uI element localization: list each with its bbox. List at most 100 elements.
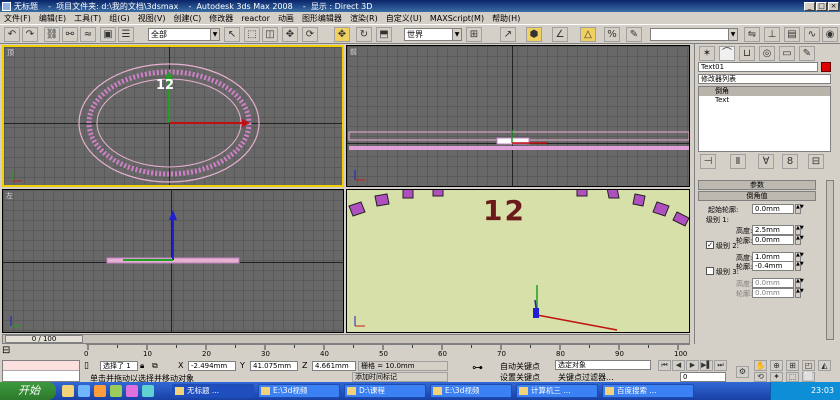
orbit-icon[interactable]: ⟲ xyxy=(754,372,767,382)
snap-toggle-icon[interactable]: ↗ xyxy=(500,27,516,42)
minimize-button[interactable]: _ xyxy=(804,1,815,11)
level1-height-field[interactable]: 2.5mm xyxy=(752,225,794,235)
menu-edit[interactable]: 编辑(E) xyxy=(39,13,66,24)
make-unique-icon[interactable]: ∀ xyxy=(758,154,774,169)
mini-curve-editor-icon[interactable]: ⊟ xyxy=(2,346,32,358)
selection-filter-dropdown[interactable]: 全部 ▼ xyxy=(148,28,220,41)
time-slider-track[interactable]: 0 / 100 xyxy=(2,334,690,344)
zoom-all-icon[interactable]: ⊞ xyxy=(786,360,799,371)
redo-icon[interactable]: ↷ xyxy=(22,27,38,42)
hierarchy-tab-icon[interactable]: ⊔ xyxy=(739,46,755,61)
select-by-name-icon[interactable]: ☰ xyxy=(118,27,134,42)
field-of-view-icon[interactable]: ◭ xyxy=(818,360,831,371)
manipulate-icon[interactable]: ⬢ xyxy=(526,27,542,42)
track-bar[interactable]: 0 10 20 30 40 50 60 70 80 90 100 xyxy=(84,344,690,358)
mirror-icon[interactable]: ⇋ xyxy=(744,27,760,42)
select-region-icon[interactable]: ⬚ xyxy=(244,27,260,42)
close-button[interactable]: × xyxy=(828,1,839,11)
configure-sets-icon[interactable]: ⊟ xyxy=(808,154,824,169)
goto-end-icon[interactable]: ⏭ xyxy=(714,360,727,371)
undo-icon[interactable]: ↶ xyxy=(4,27,20,42)
auto-key-button[interactable]: 自动关键点 xyxy=(500,361,540,372)
add-time-tag-button[interactable]: 添加时间标记 xyxy=(352,372,448,382)
quicklaunch-icon[interactable] xyxy=(126,385,138,397)
bind-space-warp-icon[interactable]: ≈ xyxy=(80,27,96,42)
rollout-parameters[interactable]: 参数 xyxy=(698,180,816,190)
menu-graph-editors[interactable]: 图形编辑器 xyxy=(302,13,342,24)
absolute-mode-icon[interactable]: ⧉ xyxy=(152,361,158,371)
utilities-tab-icon[interactable]: ✎ xyxy=(799,46,815,61)
menu-create[interactable]: 创建(C) xyxy=(173,13,201,24)
prev-frame-icon[interactable]: ◀ xyxy=(672,360,685,371)
time-slider-thumb[interactable]: 0 / 100 xyxy=(5,335,83,343)
select-link-icon[interactable]: ⛓ xyxy=(44,27,60,42)
menu-tools[interactable]: 工具(T) xyxy=(74,13,101,24)
z-coordinate-field[interactable]: 4.661mm xyxy=(312,361,356,371)
maxscript-listener[interactable] xyxy=(2,360,80,382)
quicklaunch-icon[interactable] xyxy=(62,385,74,397)
menu-views[interactable]: 视图(V) xyxy=(138,13,166,24)
task-button[interactable]: 无标题 ... xyxy=(172,384,254,398)
motion-tab-icon[interactable]: ◎ xyxy=(759,46,775,61)
percent-snap-icon[interactable]: △ xyxy=(580,27,596,42)
viewport-left[interactable]: 左 xyxy=(2,189,344,333)
show-end-result-icon[interactable]: Ⅱ xyxy=(730,154,746,169)
scale-icon[interactable]: ⬒ xyxy=(376,27,392,42)
level2-outline-field[interactable]: -0.4mm xyxy=(752,261,794,271)
viewport-perspective[interactable]: 12 xyxy=(346,189,690,333)
object-color-swatch[interactable] xyxy=(821,62,831,72)
region-zoom-icon[interactable]: ⬚ xyxy=(786,372,799,382)
pin-stack-icon[interactable]: ⊣ xyxy=(700,154,716,169)
command-panel-scrollbar[interactable] xyxy=(826,180,834,340)
object-name-field[interactable]: Text01 xyxy=(698,62,818,72)
task-button[interactable]: D:\课程 xyxy=(344,384,426,398)
select-object-icon[interactable]: ↖ xyxy=(224,27,240,42)
menu-file[interactable]: 文件(F) xyxy=(4,13,31,24)
modifier-list-dropdown[interactable]: 修改器列表 xyxy=(698,74,831,84)
spinner-icon[interactable]: ▲▼ xyxy=(795,288,804,298)
pan-icon[interactable]: ✋ xyxy=(754,360,767,371)
level3-height-field[interactable]: 0.0mm xyxy=(752,278,794,288)
angle-snap-icon[interactable]: ∠ xyxy=(552,27,568,42)
menu-help[interactable]: 帮助(H) xyxy=(492,13,520,24)
next-frame-icon[interactable]: ▶▌ xyxy=(700,360,713,371)
named-selection-dropdown[interactable]: ▼ xyxy=(650,28,738,41)
menu-customize[interactable]: 自定义(U) xyxy=(386,13,422,24)
menu-rendering[interactable]: 渲染(R) xyxy=(350,13,378,24)
render-icon[interactable]: ◉ xyxy=(822,27,838,42)
level3-outline-field[interactable]: 0.0mm xyxy=(752,288,794,298)
level3-checkbox[interactable] xyxy=(706,267,714,275)
create-tab-icon[interactable]: ✶ xyxy=(699,46,715,61)
spinner-snap-icon[interactable]: % xyxy=(604,27,620,42)
stack-item-text[interactable]: Text xyxy=(699,96,830,105)
menu-reactor[interactable]: reactor xyxy=(241,14,270,23)
level2-checkbox[interactable]: ✓ xyxy=(706,241,714,249)
viewport-top[interactable]: 顶 12 xyxy=(2,45,344,187)
key-mode-icon[interactable]: ⊶ xyxy=(472,361,494,381)
key-filter-selection-dropdown[interactable]: 选定对象 xyxy=(555,360,651,370)
display-tab-icon[interactable]: ▭ xyxy=(779,46,795,61)
rotate-icon[interactable]: ↻ xyxy=(356,27,372,42)
spinner-icon[interactable]: ▲▼ xyxy=(795,278,804,288)
spinner-icon[interactable]: ▲▼ xyxy=(795,261,804,271)
spinner-icon[interactable]: ▲▼ xyxy=(795,204,804,214)
play-icon[interactable]: ▶ xyxy=(686,360,699,371)
move-active-icon[interactable]: ✥ xyxy=(334,27,350,42)
maximize-viewport-icon[interactable]: ⬜ xyxy=(802,372,815,382)
x-coordinate-field[interactable]: -2.494mm xyxy=(188,361,236,371)
task-button[interactable]: E:\3d视频 xyxy=(430,384,512,398)
start-button[interactable]: 开始 xyxy=(0,382,56,400)
zoom-extents-icon[interactable]: ◰ xyxy=(802,360,815,371)
spinner-icon[interactable]: ▲▼ xyxy=(795,225,804,235)
rollout-bevel-values[interactable]: 倒角值 xyxy=(698,191,816,201)
named-selection-icon[interactable]: ✎ xyxy=(626,27,642,42)
current-frame-field[interactable]: 0 xyxy=(680,372,726,382)
task-button[interactable]: E:\3d视频 xyxy=(258,384,340,398)
zoom-icon[interactable]: ⊕ xyxy=(770,360,783,371)
start-outline-field[interactable]: 0.0mm xyxy=(752,204,794,214)
lock-icon[interactable]: 🔒︎ xyxy=(140,361,144,371)
pivot-icon[interactable]: ⊞ xyxy=(466,27,482,42)
task-button[interactable]: 计算机三 ... xyxy=(516,384,598,398)
menu-animation[interactable]: 动画 xyxy=(278,13,294,24)
window-crossing-icon[interactable]: ◫ xyxy=(262,27,278,42)
